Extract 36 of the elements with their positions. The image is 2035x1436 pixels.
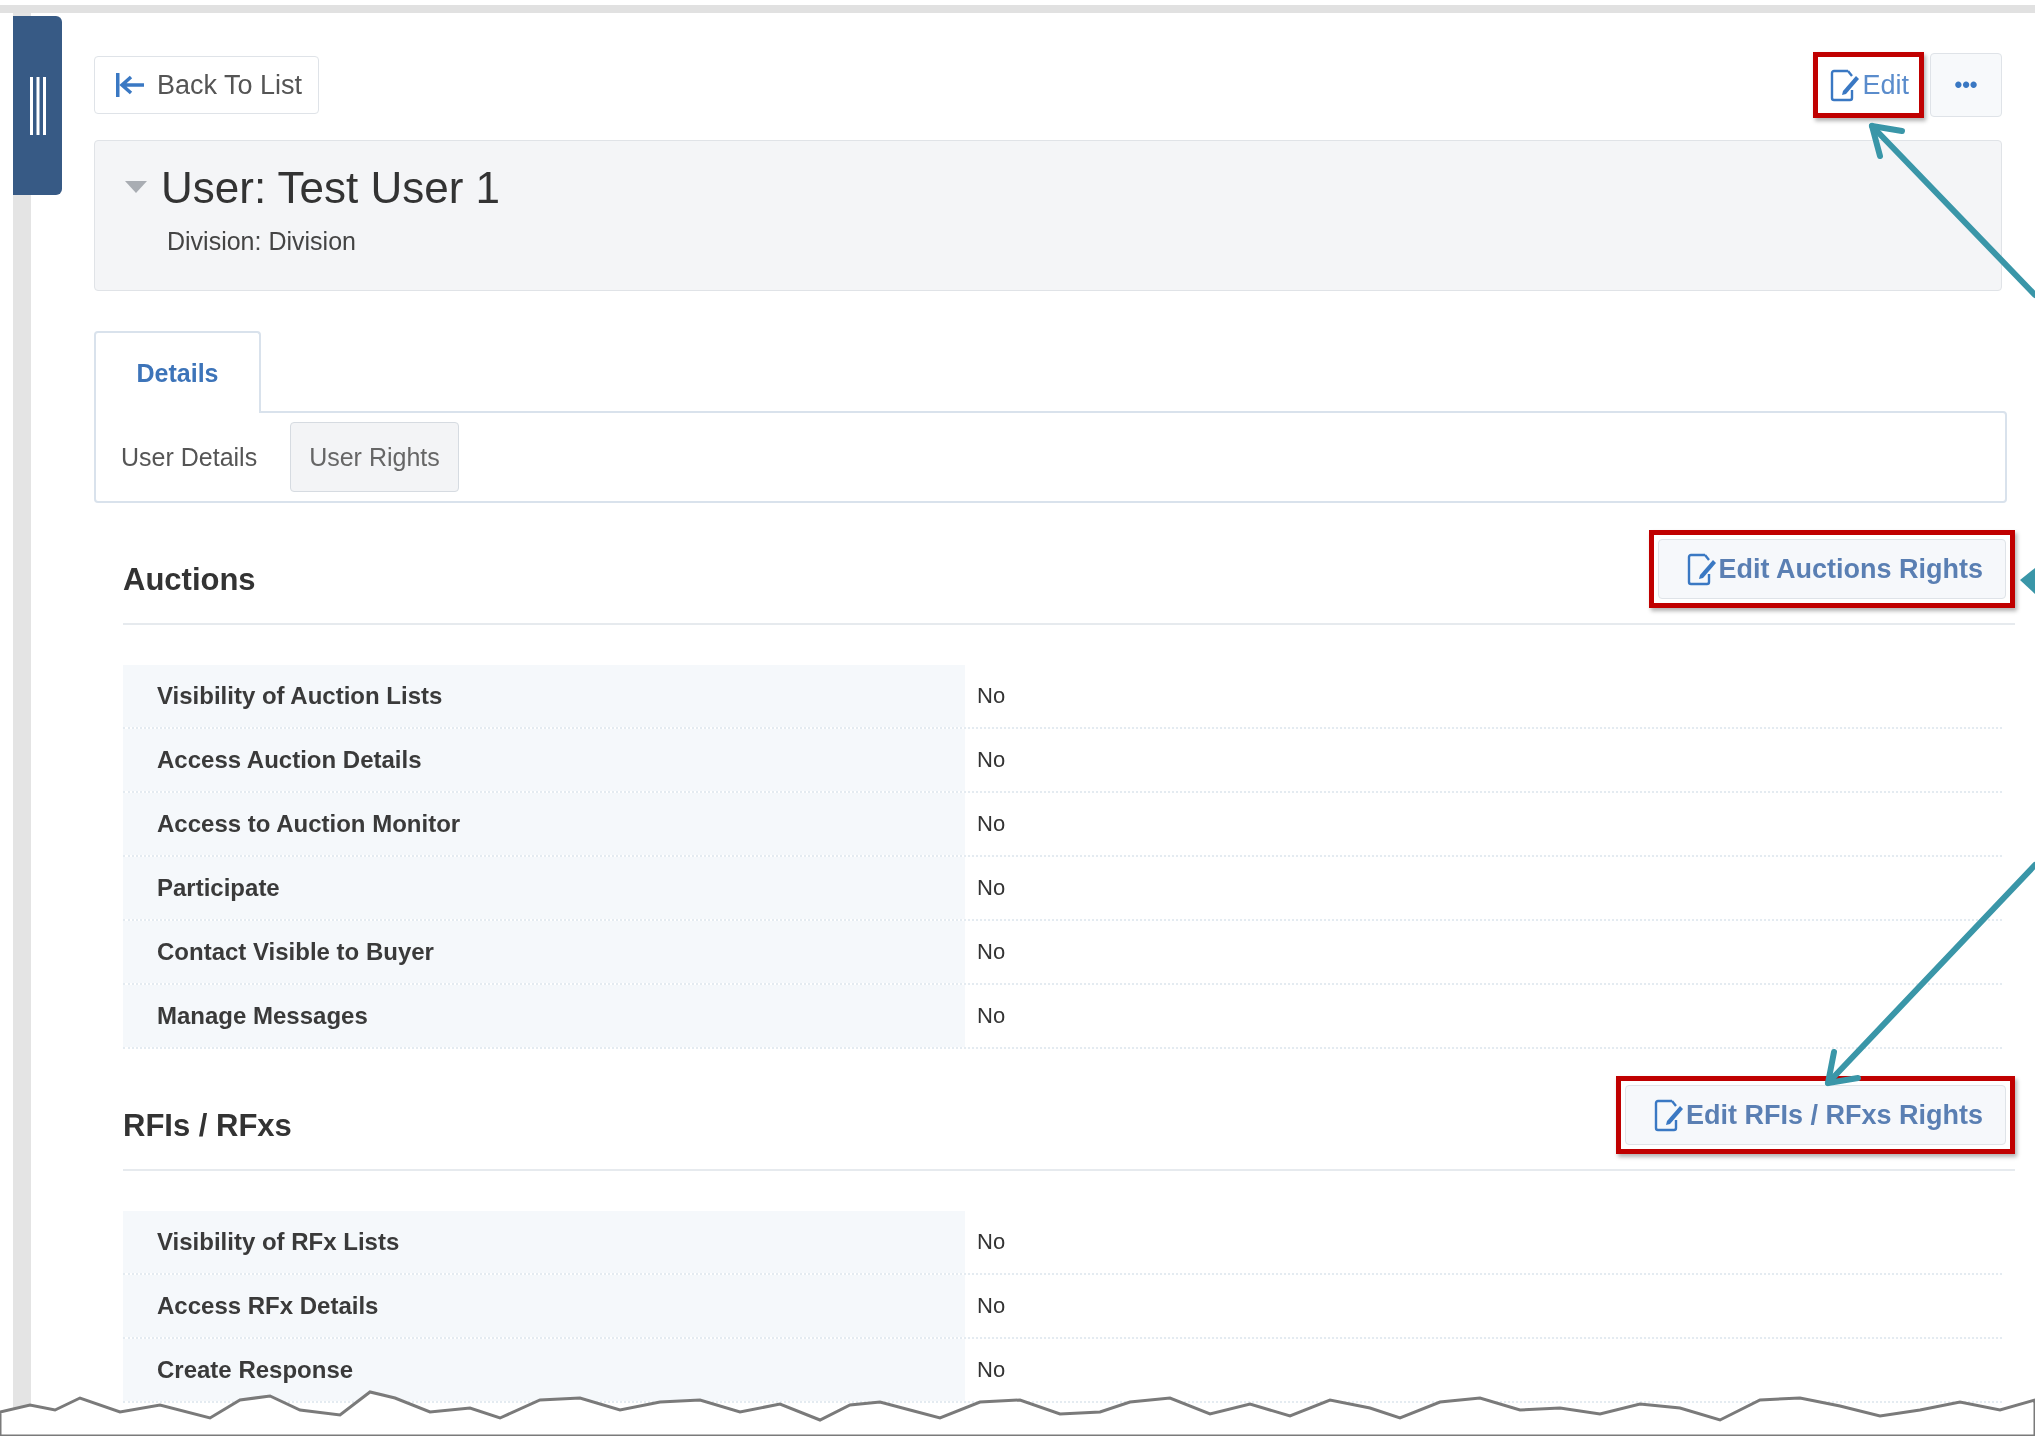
section-heading: RFIs / RFxs [123,1108,292,1144]
right-label: Manage Messages [123,985,965,1047]
right-value: No [976,1292,1007,1320]
subtab[interactable]: User Details [120,422,277,492]
right-value: No [976,682,1007,710]
right-value: No [976,1356,1007,1384]
right-label: Access RFx Details [123,1275,965,1337]
subtab[interactable]: User Rights [290,422,459,492]
back-button[interactable]: Back To List [94,56,320,114]
edit-icon [1653,1098,1684,1132]
edit-rights-button[interactable]: Edit Auctions Rights [1657,539,2006,599]
edit-rights-button[interactable]: Edit RFIs / RFxs Rights [1624,1085,2006,1145]
right-value: No [976,1002,1007,1030]
edit-icon [1686,552,1717,586]
more-button[interactable]: ••• [1930,53,2002,117]
section-heading: Auctions [123,562,256,598]
right-value: No [976,874,1007,902]
back-arrow-icon [115,72,145,98]
right-value: No [976,810,1007,838]
right-value: No [976,1228,1007,1256]
right-value: No [976,746,1007,774]
right-label: Visibility of RFx Lists [123,1211,965,1273]
sidebar-toggle[interactable] [13,16,62,195]
right-label: Create Response [123,1339,965,1401]
right-label: Participate [123,857,965,919]
right-label: Visibility of Auction Lists [123,665,965,727]
right-label: Access Auction Details [123,729,965,791]
right-label: Contact Visible to Buyer [123,921,965,983]
menu-icon [28,76,47,135]
tab[interactable]: Details [94,331,261,413]
edit-icon [1830,68,1861,102]
right-label: Access to Auction Monitor [123,793,965,855]
annotation-arrow [2020,568,2035,594]
division-text: Division: Division [167,227,357,256]
right-value: No [976,938,1007,966]
page-title: User: Test User 1 [161,163,501,213]
